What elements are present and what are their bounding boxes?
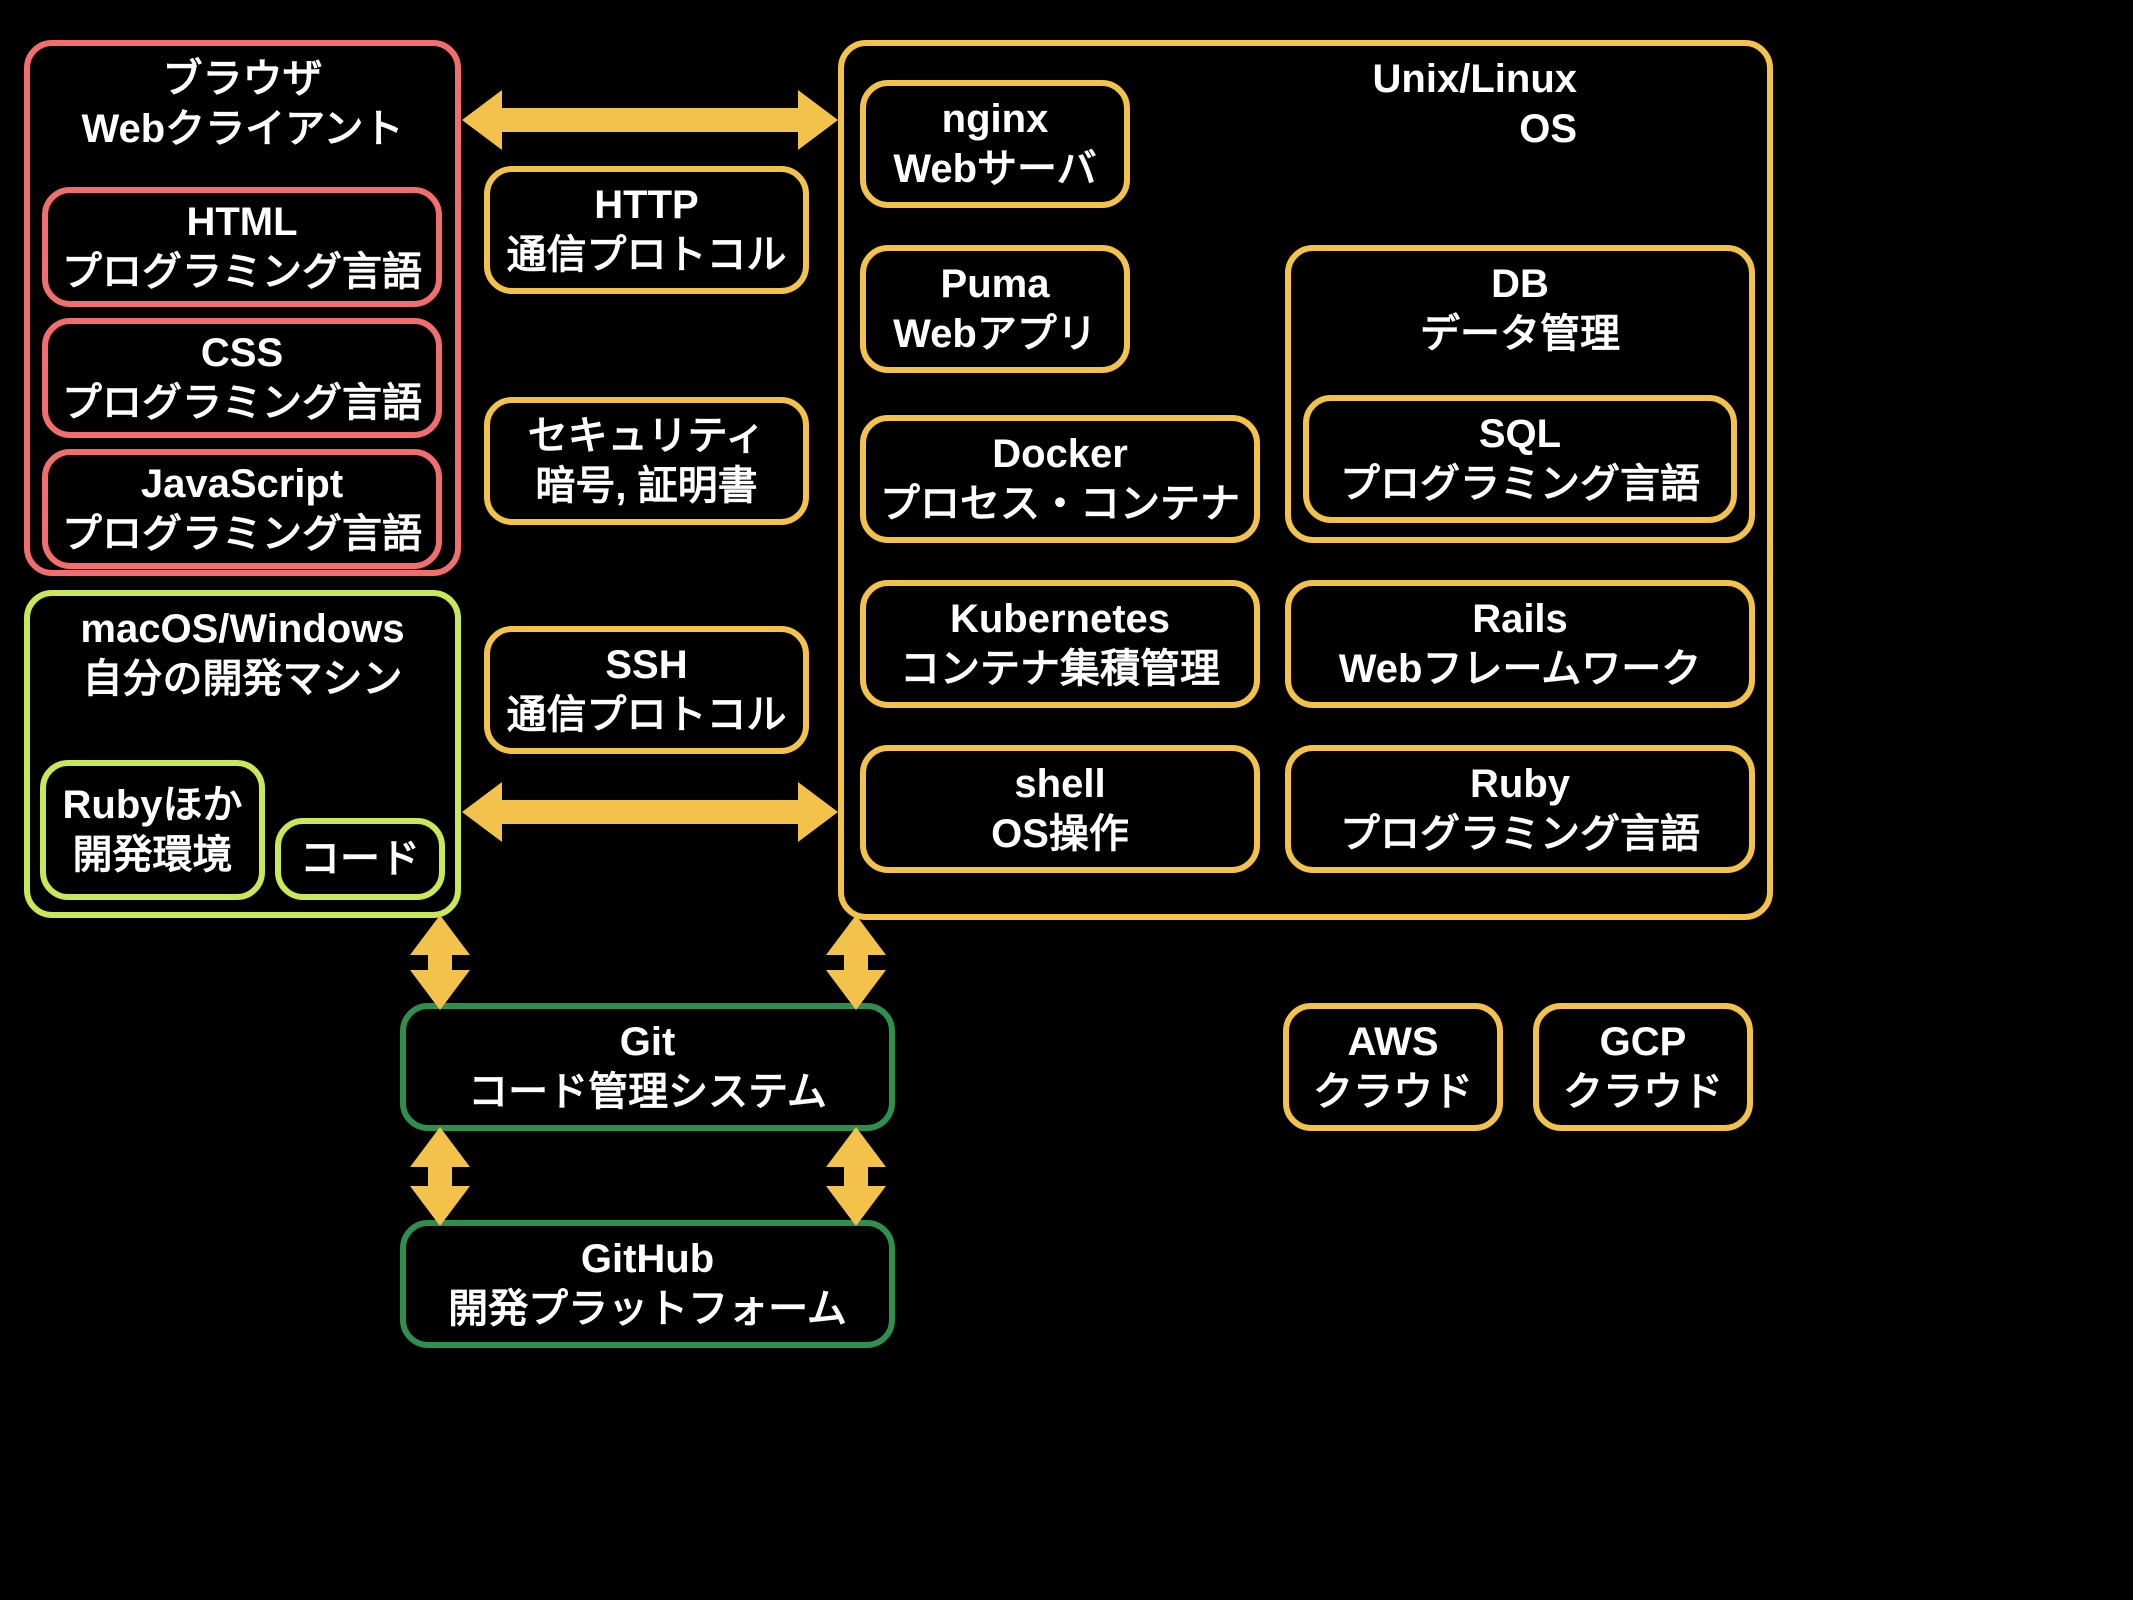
shell-sub: OS操作 (991, 809, 1129, 859)
dev-title: macOS/Windows (80, 604, 404, 654)
puma-sub: Webアプリ (893, 309, 1097, 359)
html-title: HTML (186, 197, 297, 247)
dev-sub: 自分の開発マシン (83, 654, 403, 704)
shell-title: shell (1014, 759, 1105, 809)
nginx-box: nginx Webサーバ (860, 80, 1130, 208)
html-box: HTML プログラミング言語 (42, 187, 442, 307)
shell-box: shell OS操作 (860, 745, 1260, 873)
gcp-title: GCP (1600, 1017, 1687, 1067)
js-title: JavaScript (141, 459, 343, 509)
nginx-title: nginx (942, 94, 1049, 144)
docker-sub: プロセス・コンテナ (880, 479, 1240, 529)
aws-title: AWS (1347, 1017, 1438, 1067)
ssh-title: SSH (605, 640, 687, 690)
html-sub: プログラミング言語 (62, 247, 422, 297)
code-title: コード (300, 834, 420, 884)
docker-box: Docker プロセス・コンテナ (860, 415, 1260, 543)
http-title: HTTP (594, 180, 698, 230)
k8s-sub: コンテナ集積管理 (900, 644, 1220, 694)
browser-sub: Webクライアント (81, 104, 403, 154)
ruby-sub: プログラミング言語 (1340, 809, 1700, 859)
aws-sub: クラウド (1313, 1067, 1473, 1117)
ruby-env-title: Rubyほか (63, 780, 243, 830)
github-box: GitHub 開発プラットフォーム (400, 1220, 895, 1348)
k8s-box: Kubernetes コンテナ集積管理 (860, 580, 1260, 708)
gcp-sub: クラウド (1563, 1067, 1723, 1117)
puma-box: Puma Webアプリ (860, 245, 1130, 373)
db-title: DB (1491, 259, 1549, 309)
js-sub: プログラミング言語 (62, 509, 422, 559)
git-box: Git コード管理システム (400, 1003, 895, 1131)
unix-title: Unix/Linux (1373, 54, 1577, 104)
security-sub: 暗号, 証明書 (535, 461, 757, 511)
gcp-box: GCP クラウド (1533, 1003, 1753, 1131)
rails-box: Rails Webフレームワーク (1285, 580, 1755, 708)
js-box: JavaScript プログラミング言語 (42, 449, 442, 569)
code-box: コード (275, 818, 445, 900)
git-sub: コード管理システム (468, 1067, 827, 1117)
ssh-sub: 通信プロトコル (507, 690, 787, 740)
ruby-title: Ruby (1470, 759, 1570, 809)
browser-title: ブラウザ (163, 54, 323, 104)
aws-box: AWS クラウド (1283, 1003, 1503, 1131)
db-sub: データ管理 (1420, 309, 1620, 359)
security-box: セキュリティ 暗号, 証明書 (484, 397, 809, 525)
github-title: GitHub (581, 1234, 714, 1284)
github-sub: 開発プラットフォーム (448, 1284, 847, 1334)
ruby-env-box: Rubyほか 開発環境 (40, 760, 265, 900)
ruby-env-sub: 開発環境 (73, 830, 233, 880)
nginx-sub: Webサーバ (893, 144, 1096, 194)
http-box: HTTP 通信プロトコル (484, 166, 809, 294)
css-sub: プログラミング言語 (62, 378, 422, 428)
rails-sub: Webフレームワーク (1339, 644, 1702, 694)
ssh-box: SSH 通信プロトコル (484, 626, 809, 754)
security-title: セキュリティ (528, 411, 766, 461)
k8s-title: Kubernetes (950, 594, 1170, 644)
git-title: Git (620, 1017, 676, 1067)
puma-title: Puma (941, 259, 1050, 309)
unix-sub: OS (1519, 104, 1577, 154)
rails-title: Rails (1472, 594, 1568, 644)
sql-sub: プログラミング言語 (1340, 459, 1700, 509)
ruby-box: Ruby プログラミング言語 (1285, 745, 1755, 873)
sql-title: SQL (1479, 409, 1561, 459)
diagram-stage: ブラウザ Webクライアント HTML プログラミング言語 CSS プログラミン… (0, 0, 2133, 1600)
docker-title: Docker (992, 429, 1128, 479)
sql-box: SQL プログラミング言語 (1303, 395, 1737, 523)
http-sub: 通信プロトコル (507, 230, 787, 280)
css-title: CSS (201, 328, 283, 378)
css-box: CSS プログラミング言語 (42, 318, 442, 438)
